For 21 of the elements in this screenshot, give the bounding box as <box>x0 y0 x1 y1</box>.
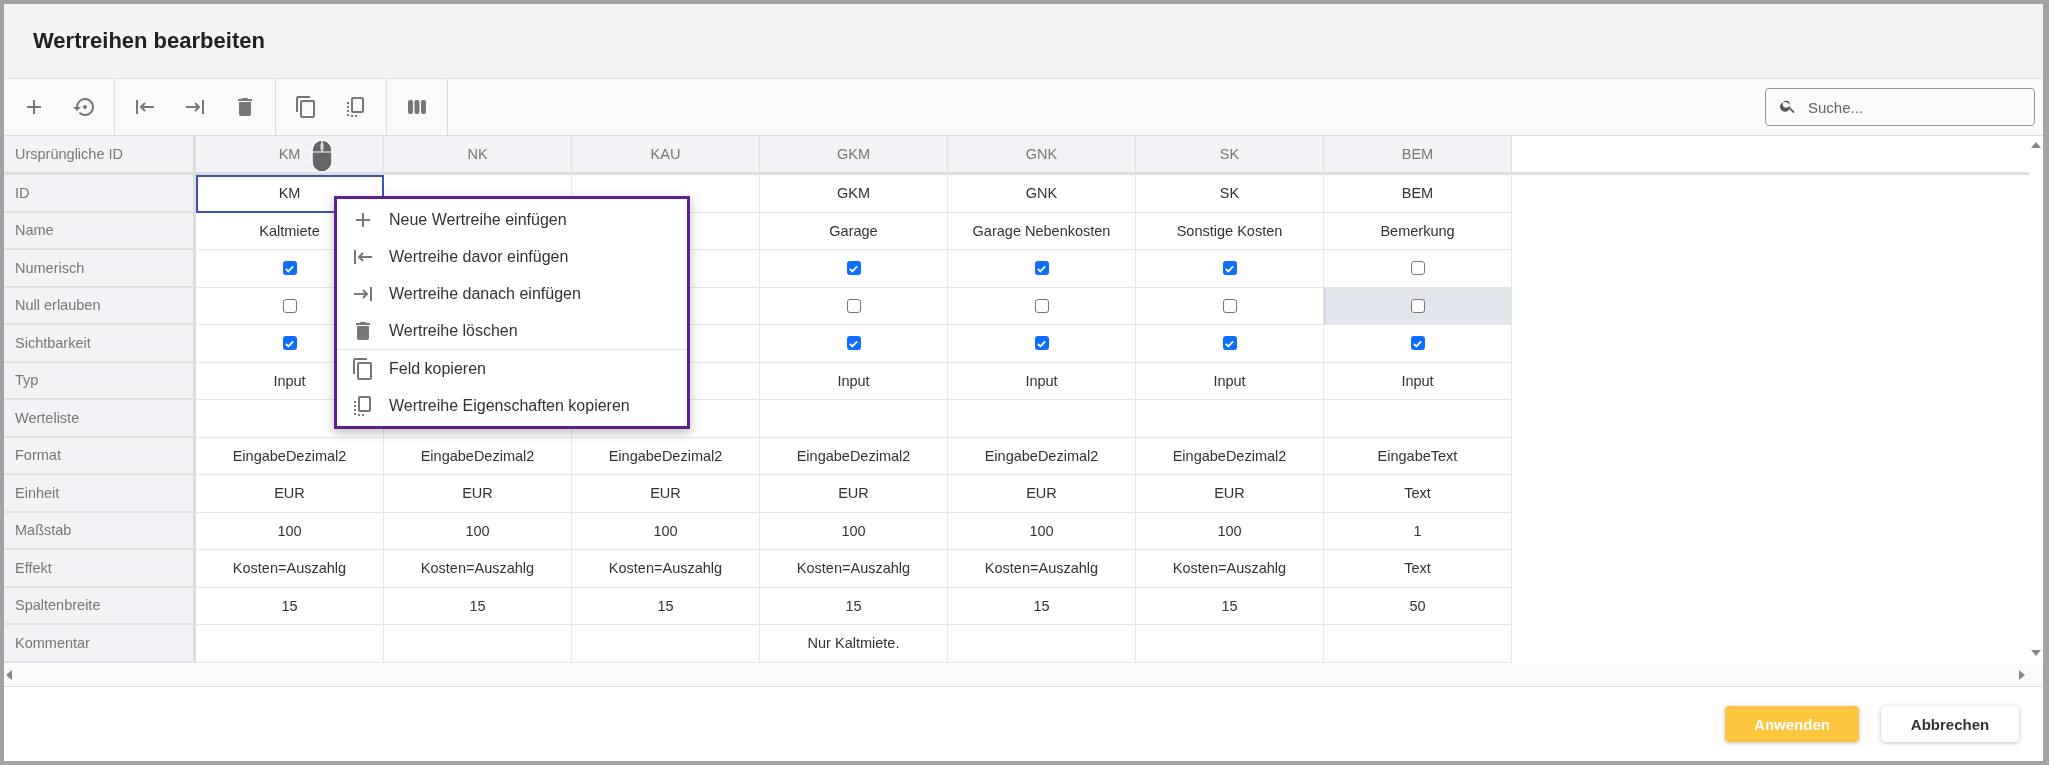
row-label: Effekt <box>4 550 196 588</box>
row-label: Maßstab <box>4 512 196 550</box>
menu-item-label: Wertreihe löschen <box>389 321 518 340</box>
menu-item-label: Wertreihe davor einfügen <box>389 247 569 266</box>
menu-item-label: Neue Wertreihe einfügen <box>389 210 567 229</box>
corner-header: Ursprüngliche ID <box>4 136 196 172</box>
dialog-title: Wertreihen bearbeiten <box>33 28 265 54</box>
row-label: Typ <box>4 362 196 400</box>
row-label: Kommentar <box>4 625 196 663</box>
row-label: Name <box>4 212 196 250</box>
row-label: Sichtbarkeit <box>4 325 196 363</box>
row-label: Numerisch <box>4 250 196 288</box>
menu-item-label: Feld kopieren <box>389 359 486 378</box>
row-label: Werteliste <box>4 400 196 438</box>
row-label: Einheit <box>4 475 196 513</box>
menu-item-label: Wertreihe danach einfügen <box>389 284 581 303</box>
menu-item-label: Wertreihe Eigenschaften kopieren <box>389 396 630 415</box>
row-label: Null erlauben <box>4 287 196 325</box>
row-label: Spaltenbreite <box>4 587 196 625</box>
row-label: Format <box>4 437 196 475</box>
row-label: ID <box>4 175 196 213</box>
